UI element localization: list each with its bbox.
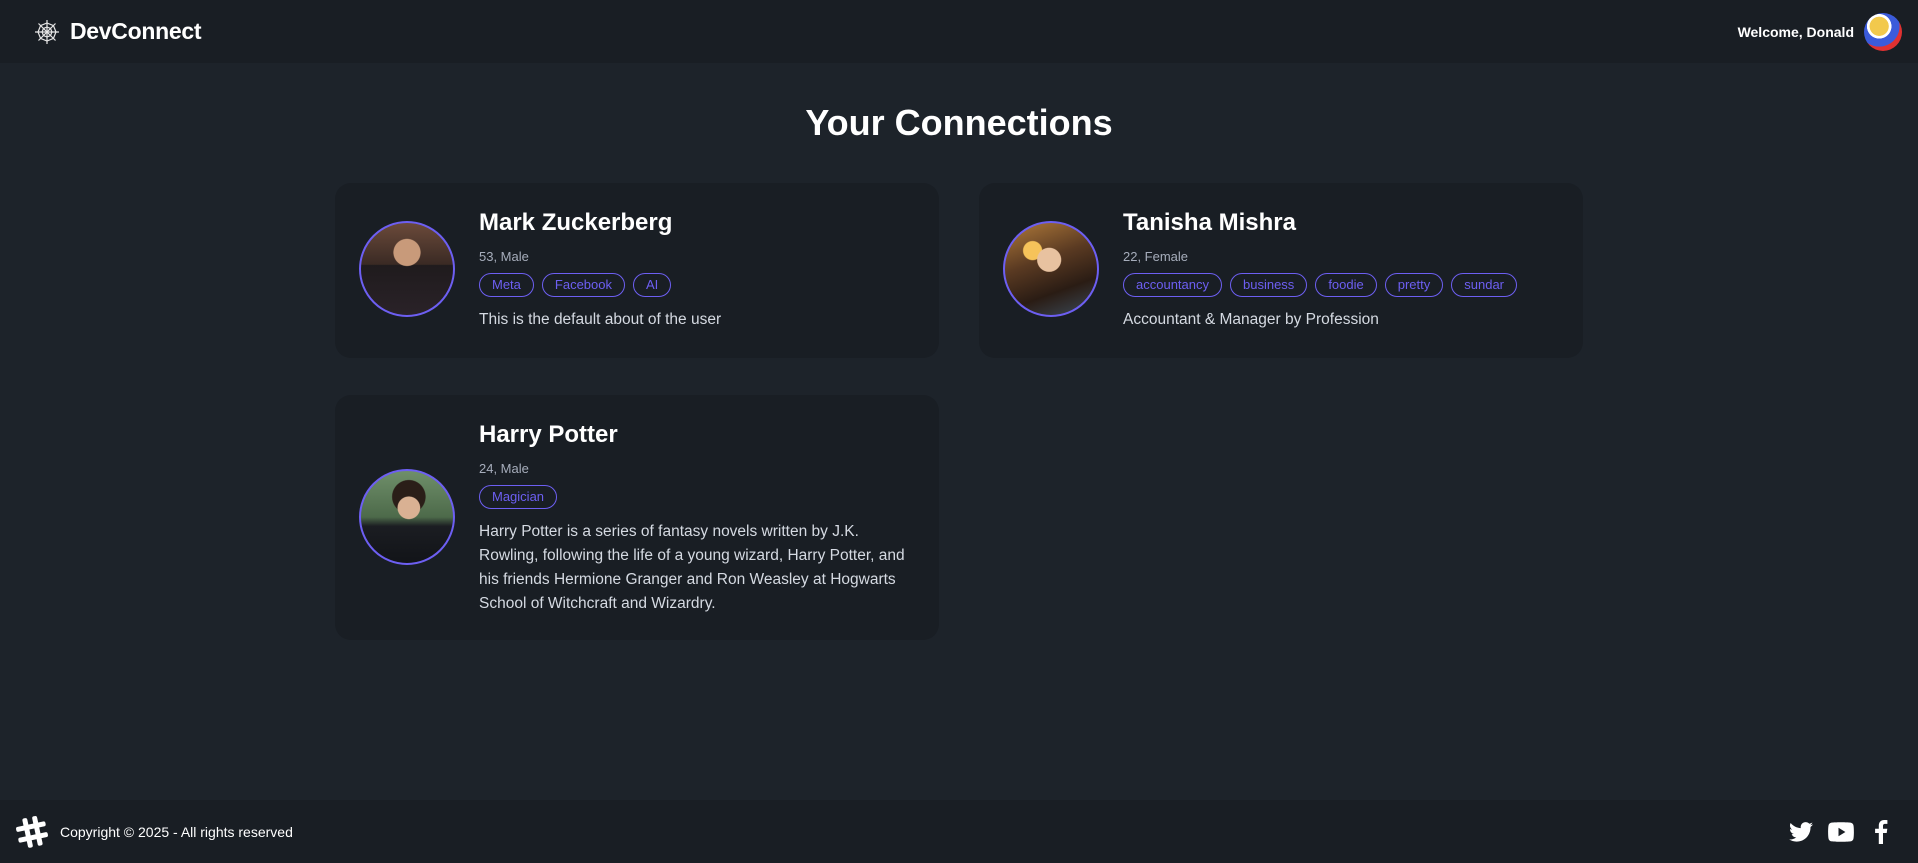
connection-about: Harry Potter is a series of fantasy nove… [479, 523, 905, 612]
connection-card: Mark Zuckerberg 53, Male Meta Facebook A… [335, 183, 939, 358]
welcome-text: Welcome, Donald [1737, 23, 1854, 40]
user-avatar[interactable] [1864, 12, 1902, 51]
navbar: DevConnect Welcome, Donald [0, 0, 1918, 63]
connection-about: Accountant & Manager by Profession [1123, 311, 1379, 328]
skill-tags: Magician [479, 485, 915, 509]
connection-about: This is the default about of the user [479, 311, 722, 328]
connection-name: Tanisha Mishra [1123, 209, 1296, 236]
connection-name: Mark Zuckerberg [479, 209, 673, 236]
user-menu: Welcome, Donald [1737, 12, 1902, 51]
footer-left: Copyright © 2025 - All rights reserved [14, 814, 293, 850]
connection-name: Harry Potter [479, 421, 618, 448]
youtube-icon[interactable] [1828, 819, 1854, 845]
avatar [359, 469, 455, 565]
skill-tags: accountancy business foodie pretty sunda… [1123, 273, 1559, 297]
connection-age-gender: 53, Male [479, 249, 529, 264]
card-body: Harry Potter 24, Male Magician Harry Pot… [479, 421, 915, 616]
social-links [1788, 819, 1894, 845]
skill-tag[interactable]: business [1230, 273, 1308, 297]
card-body: Mark Zuckerberg 53, Male Meta Facebook A… [479, 209, 915, 332]
skill-tag[interactable]: Meta [479, 273, 534, 297]
brand-link[interactable]: DevConnect [34, 18, 202, 45]
spider-web-icon [34, 19, 60, 45]
copyright-text: Copyright © 2025 - All rights reserved [60, 823, 293, 840]
connection-age-gender: 22, Female [1123, 249, 1189, 264]
skill-tag[interactable]: accountancy [1123, 273, 1222, 297]
connection-card: Harry Potter 24, Male Magician Harry Pot… [335, 395, 939, 640]
skill-tag[interactable]: Magician [479, 485, 558, 509]
hashtag-logo-icon [14, 814, 50, 850]
page-title: Your Connections [805, 102, 1113, 143]
skill-tag[interactable]: AI [633, 273, 672, 297]
brand-name[interactable]: DevConnect [70, 18, 202, 45]
footer: Copyright © 2025 - All rights reserved [0, 800, 1918, 863]
skill-tag[interactable]: sundar [1451, 273, 1517, 297]
twitter-icon[interactable] [1788, 819, 1814, 845]
skill-tag[interactable]: Facebook [541, 273, 625, 297]
connection-age-gender: 24, Male [479, 461, 529, 476]
skill-tags: Meta Facebook AI [479, 273, 915, 297]
skill-tag[interactable]: pretty [1384, 273, 1444, 297]
connection-card: Tanisha Mishra 22, Female accountancy bu… [979, 183, 1583, 358]
card-body: Tanisha Mishra 22, Female accountancy bu… [1123, 209, 1559, 332]
avatar [359, 221, 455, 317]
facebook-icon[interactable] [1868, 819, 1894, 845]
avatar [1003, 221, 1099, 317]
skill-tag[interactable]: foodie [1315, 273, 1377, 297]
